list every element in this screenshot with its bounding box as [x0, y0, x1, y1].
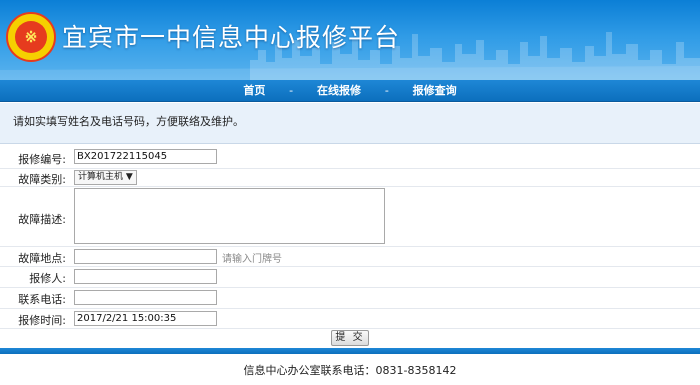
- reporter-input[interactable]: [74, 269, 217, 284]
- reporter-label: 报修人:: [29, 272, 66, 285]
- row-repair-number: 报修编号:: [0, 148, 700, 169]
- time-input[interactable]: [74, 311, 217, 326]
- row-phone: 联系电话:: [0, 288, 700, 309]
- row-description: 故障描述:: [0, 187, 700, 247]
- repair-number-label: 报修编号:: [18, 153, 66, 166]
- location-input[interactable]: [74, 249, 217, 264]
- row-submit: 提 交: [0, 329, 700, 348]
- category-selected-value: 计算机主机: [78, 172, 124, 182]
- school-logo: ※: [6, 12, 56, 62]
- footer-contact: 信息中心办公室联系电话：0831-8358142: [243, 364, 457, 377]
- chevron-down-icon: ▼: [125, 172, 133, 182]
- logo-emblem: ※: [15, 21, 47, 53]
- description-textarea[interactable]: [74, 188, 385, 244]
- main-nav: 首页 - 在线报修 - 报修查询: [0, 80, 700, 102]
- category-label: 故障类别:: [18, 173, 66, 186]
- location-label: 故障地点:: [18, 252, 66, 265]
- phone-input[interactable]: [74, 290, 217, 305]
- notice-text: 请如实填写姓名及电话号码，方便联络及维护。: [0, 103, 700, 144]
- repair-number-input[interactable]: [74, 149, 217, 164]
- submit-button[interactable]: 提 交: [331, 330, 369, 346]
- location-hint: 请输入门牌号: [222, 254, 282, 265]
- category-select[interactable]: 计算机主机 ▼: [74, 170, 137, 185]
- description-label: 故障描述:: [18, 213, 66, 226]
- row-time: 报修时间:: [0, 309, 700, 329]
- row-category: 故障类别: 计算机主机 ▼: [0, 169, 700, 187]
- site-title: 宜宾市一中信息中心报修平台: [62, 23, 401, 52]
- row-reporter: 报修人:: [0, 267, 700, 288]
- row-location: 故障地点: 请输入门牌号: [0, 247, 700, 267]
- nav-separator: -: [289, 84, 294, 97]
- header-banner: ※ 宜宾市一中信息中心报修平台: [0, 0, 700, 80]
- nav-home[interactable]: 首页: [237, 80, 271, 102]
- nav-online-repair[interactable]: 在线报修: [311, 80, 367, 102]
- time-label: 报修时间:: [18, 314, 66, 327]
- nav-separator: -: [384, 84, 389, 97]
- repair-form: 报修编号: 故障类别: 计算机主机 ▼ 故障描述: 故障地点: 请输入门牌号 报…: [0, 148, 700, 348]
- nav-repair-query[interactable]: 报修查询: [407, 80, 463, 102]
- phone-label: 联系电话:: [18, 293, 66, 306]
- footer-bar: [0, 348, 700, 354]
